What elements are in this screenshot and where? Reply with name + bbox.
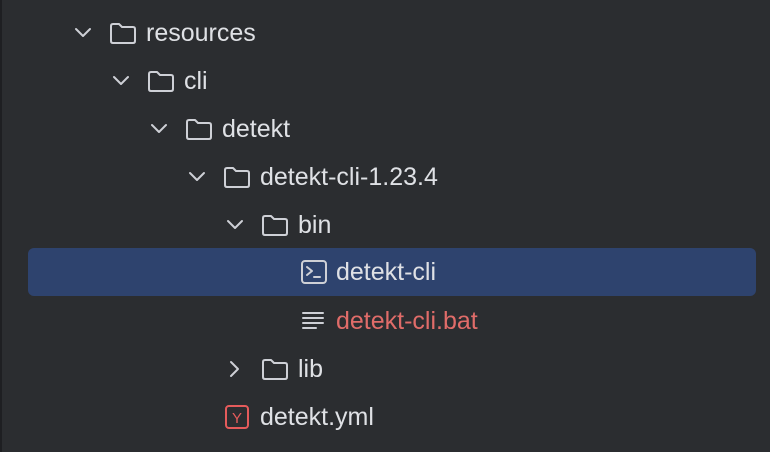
tree-item-lib[interactable]: lib <box>0 345 770 393</box>
tree-item-label: cli <box>184 67 208 95</box>
chevron-right-icon[interactable] <box>222 357 248 381</box>
tree-item-label: detekt-cli <box>336 258 437 286</box>
tree-item-label: bin <box>298 211 332 239</box>
folder-icon <box>147 69 174 93</box>
terminal-script-icon <box>300 260 327 284</box>
tree-item-detekt[interactable]: detekt <box>0 105 770 153</box>
tree-item-detekt-cli[interactable]: detekt-cli <box>0 248 770 296</box>
svg-text:Y: Y <box>232 410 242 427</box>
tree-item-label: detekt.yml <box>260 403 374 431</box>
tree-item-bin[interactable]: bin <box>0 201 770 249</box>
text-file-icon <box>300 309 326 333</box>
chevron-down-icon[interactable] <box>222 213 248 237</box>
chevron-down-icon[interactable] <box>184 165 210 189</box>
tree-item-label: detekt-cli-1.23.4 <box>260 163 438 191</box>
tree-item-label: resources <box>146 19 256 47</box>
project-tree: resources cli detekt detekt-cli-1.23.4 b… <box>0 0 770 452</box>
folder-icon <box>109 21 136 45</box>
tree-item-resources[interactable]: resources <box>0 9 770 57</box>
tree-item-label: detekt-cli.bat <box>336 307 478 335</box>
folder-icon <box>185 117 212 141</box>
yaml-file-icon: Y <box>224 405 250 429</box>
tree-item-label: lib <box>298 355 324 383</box>
folder-icon <box>261 357 288 381</box>
tree-item-cli[interactable]: cli <box>0 57 770 105</box>
folder-icon <box>223 165 250 189</box>
tree-item-detekt-cli-version[interactable]: detekt-cli-1.23.4 <box>0 153 770 201</box>
tree-item-detekt-yml[interactable]: Y detekt.yml <box>0 393 770 441</box>
tree-item-label: detekt <box>222 115 291 143</box>
chevron-down-icon[interactable] <box>146 117 172 141</box>
chevron-down-icon[interactable] <box>70 21 96 45</box>
folder-icon <box>261 213 288 237</box>
chevron-down-icon[interactable] <box>108 69 134 93</box>
tree-item-detekt-cli-bat[interactable]: detekt-cli.bat <box>0 297 770 345</box>
